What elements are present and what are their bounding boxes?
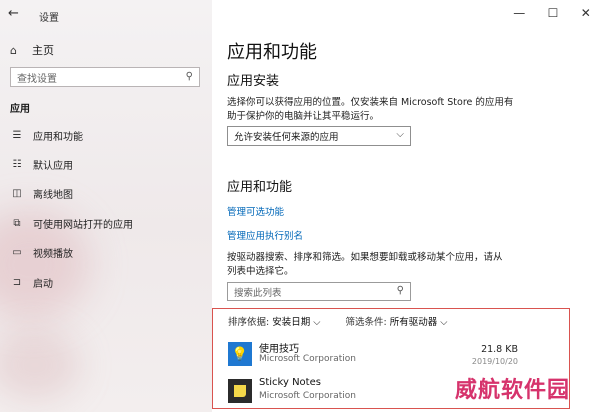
manage-app-alias-link[interactable]: 管理应用执行别名 <box>227 228 303 242</box>
app-list-search-input[interactable]: 搜索此列表 ⚲ <box>227 282 411 301</box>
sidebar-item-apps-features[interactable]: ☰ 应用和功能 <box>10 128 83 143</box>
nav-home-label: 主页 <box>32 44 54 57</box>
sidebar-item-label: 离线地图 <box>33 190 73 201</box>
sidebar-item-web-apps[interactable]: ⧉ 可使用网站打开的应用 <box>10 216 133 231</box>
chevron-down-icon: ⌵ <box>396 129 404 140</box>
sidebar-item-video[interactable]: ▭ 视频播放 <box>10 245 73 260</box>
app-date: 2019/10/20 <box>471 357 518 366</box>
apps-heading: 应用和功能 <box>227 180 293 195</box>
manage-optional-features-link[interactable]: 管理可选功能 <box>227 204 284 218</box>
sidebar-item-label: 可使用网站打开的应用 <box>33 220 133 231</box>
home-icon: ⌂ <box>10 43 17 57</box>
sidebar-item-label: 启动 <box>33 279 53 290</box>
startup-icon: ⊐ <box>12 277 22 288</box>
sort-dropdown[interactable]: 安装日期 <box>272 317 310 328</box>
description-line: 选择你可以获得应用的位置。仅安装来自 Microsoft Store 的应用有 <box>227 97 514 108</box>
description-line: 列表中选择它。 <box>227 266 294 277</box>
window-controls: — ☐ ✕ <box>502 6 602 20</box>
window-title: 设置 <box>39 13 59 24</box>
install-heading: 应用安装 <box>227 74 280 89</box>
app-publisher: Microsoft Corporation <box>259 391 356 401</box>
video-icon: ▭ <box>12 247 22 258</box>
apps-list-icon: ☰ <box>12 130 22 141</box>
search-icon[interactable]: ⚲ <box>186 71 193 82</box>
watermark: 威航软件园 <box>455 378 571 403</box>
description-line: 助于保护你的电脑并让其平稳运行。 <box>227 111 380 122</box>
dropdown-value: 允许安装任何来源的应用 <box>234 132 339 143</box>
filter-dropdown[interactable]: 所有驱动器 <box>390 317 438 328</box>
app-size: 21.8 KB <box>481 344 518 355</box>
search-placeholder: 查找设置 <box>17 73 57 85</box>
sidebar-item-startup[interactable]: ⊐ 启动 <box>10 275 53 290</box>
nav-home[interactable]: ⌂ 主页 <box>10 42 54 58</box>
sidebar: ← 设置 ⌂ 主页 查找设置 ⚲ 应用 ☰ 应用和功能 ☷ 默认应用 ◫ 离线地… <box>0 0 212 412</box>
sidebar-item-label: 应用和功能 <box>33 132 83 143</box>
maximize-icon[interactable]: ☐ <box>548 6 559 20</box>
page-title: 应用和功能 <box>227 42 317 63</box>
close-icon[interactable]: ✕ <box>581 6 591 20</box>
sticky-note-icon <box>228 379 252 403</box>
chevron-down-icon[interactable]: ⌵ <box>440 317 447 328</box>
app-publisher: Microsoft Corporation <box>259 354 356 364</box>
sort-filter-bar: 排序依据: 安装日期 ⌵ 筛选条件: 所有驱动器 ⌵ <box>228 314 448 328</box>
app-name: 使用技巧 <box>259 344 299 355</box>
sidebar-item-default-apps[interactable]: ☷ 默认应用 <box>10 157 73 172</box>
search-icon[interactable]: ⚲ <box>397 285 404 296</box>
sidebar-item-label: 默认应用 <box>33 161 73 172</box>
web-apps-icon: ⧉ <box>13 218 21 229</box>
app-list-item[interactable]: 💡 使用技巧 Microsoft Corporation 21.8 KB 201… <box>228 338 528 370</box>
install-description: 选择你可以获得应用的位置。仅安装来自 Microsoft Store 的应用有 … <box>227 96 527 124</box>
sidebar-item-label: 视频播放 <box>33 249 73 260</box>
section-label: 应用 <box>10 104 30 115</box>
description-line: 按驱动器搜索、排序和筛选。如果想要卸载或移动某个应用，请从 <box>227 252 503 263</box>
back-arrow-icon[interactable]: ← <box>8 6 19 21</box>
lightbulb-icon: 💡 <box>228 342 252 366</box>
sort-label: 排序依据: <box>228 317 270 328</box>
chevron-down-icon[interactable]: ⌵ <box>313 317 320 328</box>
apps-description: 按驱动器搜索、排序和筛选。如果想要卸载或移动某个应用，请从 列表中选择它。 <box>227 251 527 279</box>
search-placeholder: 搜索此列表 <box>234 287 282 299</box>
default-apps-icon: ☷ <box>12 159 22 170</box>
install-source-dropdown[interactable]: 允许安装任何来源的应用 ⌵ <box>227 126 411 146</box>
settings-search-input[interactable]: 查找设置 ⚲ <box>10 67 200 87</box>
filter-label: 筛选条件: <box>345 317 387 328</box>
app-name: Sticky Notes <box>259 377 321 388</box>
background-blur <box>0 330 80 400</box>
map-icon: ◫ <box>12 188 22 199</box>
minimize-icon[interactable]: — <box>513 6 525 20</box>
sidebar-item-offline-maps[interactable]: ◫ 离线地图 <box>10 186 73 201</box>
